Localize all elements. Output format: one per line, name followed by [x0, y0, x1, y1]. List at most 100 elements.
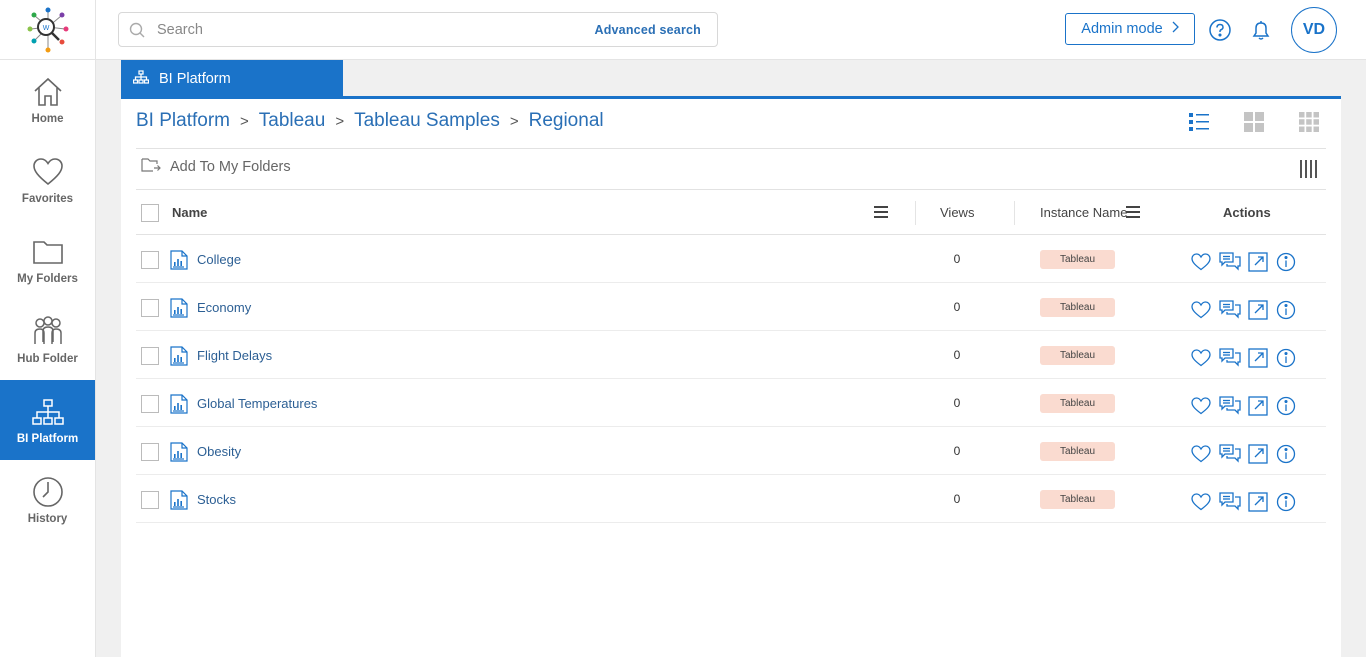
comments-icon[interactable] — [1219, 299, 1241, 321]
row-checkbox[interactable] — [141, 395, 159, 413]
tab-bi-platform[interactable]: BI Platform — [121, 60, 343, 97]
comments-icon[interactable] — [1219, 395, 1241, 417]
table-row[interactable]: Economy 0 Tableau — [136, 283, 1326, 331]
large-grid-view-icon[interactable] — [1241, 109, 1266, 134]
help-icon[interactable] — [1208, 18, 1232, 42]
top-header: Advanced search Admin mode VD — [96, 0, 1366, 60]
views-count: 0 — [953, 396, 961, 410]
breadcrumb: BI Platform > Tableau > Tableau Samples … — [136, 110, 604, 132]
favorite-heart-icon[interactable] — [1190, 347, 1212, 369]
info-icon[interactable] — [1275, 347, 1297, 369]
open-external-icon[interactable] — [1247, 395, 1269, 417]
bell-icon[interactable] — [1249, 18, 1273, 42]
comments-icon[interactable] — [1219, 491, 1241, 513]
views-count: 0 — [953, 252, 961, 266]
user-avatar[interactable]: VD — [1291, 7, 1337, 53]
favorite-heart-icon[interactable] — [1190, 251, 1212, 273]
row-checkbox[interactable] — [141, 299, 159, 317]
favorite-heart-icon[interactable] — [1190, 443, 1212, 465]
favorite-heart-icon[interactable] — [1190, 395, 1212, 417]
nav-home[interactable]: Home — [0, 60, 95, 140]
content-panel: BI Platform > Tableau > Tableau Samples … — [121, 99, 1341, 657]
breadcrumb-item[interactable]: Regional — [529, 110, 604, 132]
table-header: Name Views Instance Name Actions — [136, 191, 1326, 235]
nav-hub-folder[interactable]: Hub Folder — [0, 300, 95, 380]
instance-badge: Tableau — [1040, 346, 1115, 365]
heart-icon — [31, 155, 65, 189]
row-checkbox[interactable] — [141, 443, 159, 461]
open-external-icon[interactable] — [1247, 299, 1269, 321]
table-row[interactable]: Obesity 0 Tableau — [136, 427, 1326, 475]
favorite-heart-icon[interactable] — [1190, 299, 1212, 321]
nav-history[interactable]: History — [0, 460, 95, 540]
nav-my-folders[interactable]: My Folders — [0, 220, 95, 300]
chevron-right-icon: > — [335, 112, 345, 130]
comments-icon[interactable] — [1219, 347, 1241, 369]
nav-label: History — [27, 513, 68, 525]
svg-text:W: W — [42, 25, 49, 32]
column-settings-icon[interactable] — [1299, 159, 1321, 184]
nav-label: BI Platform — [16, 433, 79, 445]
folder-add-icon — [141, 157, 161, 177]
report-icon — [170, 298, 188, 323]
admin-mode-label: Admin mode — [1081, 21, 1163, 37]
app-logo[interactable]: W — [0, 0, 95, 60]
chevron-right-icon: > — [239, 112, 249, 130]
report-name-link[interactable]: Global Temperatures — [197, 396, 317, 411]
column-menu-icon[interactable] — [874, 206, 888, 221]
info-icon[interactable] — [1275, 299, 1297, 321]
column-header-views[interactable]: Views — [940, 205, 974, 220]
info-icon[interactable] — [1275, 251, 1297, 273]
column-menu-icon[interactable] — [1126, 206, 1140, 221]
breadcrumb-item[interactable]: Tableau — [259, 110, 326, 132]
table-row[interactable]: Stocks 0 Tableau — [136, 475, 1326, 523]
breadcrumb-item[interactable]: BI Platform — [136, 110, 230, 132]
search-input[interactable] — [157, 19, 557, 41]
chevron-right-icon — [1171, 21, 1179, 37]
add-to-my-folders-label: Add To My Folders — [170, 159, 291, 175]
report-name-link[interactable]: Economy — [197, 300, 251, 315]
admin-mode-button[interactable]: Admin mode — [1065, 13, 1195, 45]
instance-badge: Tableau — [1040, 298, 1115, 317]
row-checkbox[interactable] — [141, 347, 159, 365]
open-external-icon[interactable] — [1247, 443, 1269, 465]
open-external-icon[interactable] — [1247, 251, 1269, 273]
table-row[interactable]: Global Temperatures 0 Tableau — [136, 379, 1326, 427]
report-icon — [170, 346, 188, 371]
breadcrumb-item[interactable]: Tableau Samples — [354, 110, 500, 132]
table-row[interactable]: College 0 Tableau — [136, 235, 1326, 283]
sidebar: W Home Favorites My Folders Hub Folder B… — [0, 0, 96, 657]
small-grid-view-icon[interactable] — [1296, 109, 1321, 134]
favorite-heart-icon[interactable] — [1190, 491, 1212, 513]
nav-label: Home — [31, 113, 64, 125]
add-to-my-folders-button[interactable]: Add To My Folders — [141, 157, 291, 177]
comments-icon[interactable] — [1219, 443, 1241, 465]
nav-bi-platform[interactable]: BI Platform — [0, 380, 95, 460]
info-icon[interactable] — [1275, 443, 1297, 465]
column-header-instance-name[interactable]: Instance Name — [1040, 205, 1127, 220]
report-icon — [170, 490, 188, 515]
open-external-icon[interactable] — [1247, 347, 1269, 369]
views-count: 0 — [953, 492, 961, 506]
list-view-icon[interactable] — [1186, 109, 1211, 134]
report-name-link[interactable]: Stocks — [197, 492, 236, 507]
folder-icon — [31, 235, 65, 269]
row-checkbox[interactable] — [141, 491, 159, 509]
row-checkbox[interactable] — [141, 251, 159, 269]
select-all-checkbox[interactable] — [141, 204, 159, 222]
nav-label: Favorites — [21, 193, 74, 205]
info-icon[interactable] — [1275, 395, 1297, 417]
advanced-search-link[interactable]: Advanced search — [594, 23, 701, 37]
divider — [136, 189, 1326, 190]
views-count: 0 — [953, 444, 961, 458]
column-header-name[interactable]: Name — [172, 205, 207, 220]
nav-favorites[interactable]: Favorites — [0, 140, 95, 220]
report-name-link[interactable]: Obesity — [197, 444, 241, 459]
open-external-icon[interactable] — [1247, 491, 1269, 513]
comments-icon[interactable] — [1219, 251, 1241, 273]
report-name-link[interactable]: College — [197, 252, 241, 267]
info-icon[interactable] — [1275, 491, 1297, 513]
report-name-link[interactable]: Flight Delays — [197, 348, 272, 363]
clock-icon — [31, 475, 65, 509]
table-row[interactable]: Flight Delays 0 Tableau — [136, 331, 1326, 379]
